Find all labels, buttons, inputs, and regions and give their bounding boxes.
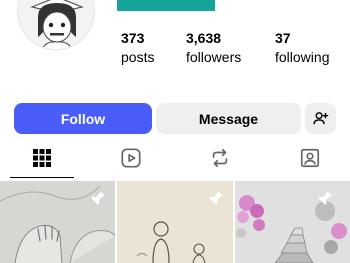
reposts-icon: [212, 148, 228, 168]
following-stat[interactable]: 37 following: [275, 30, 329, 66]
tab-tagged[interactable]: [280, 140, 340, 176]
avatar-illustration: [18, 0, 94, 49]
following-count[interactable]: 37: [275, 30, 329, 47]
followers-stat[interactable]: 3,638 followers: [186, 30, 241, 66]
follow-button[interactable]: Follow: [14, 103, 152, 134]
reels-icon: [121, 148, 141, 168]
pinned-icon: [318, 191, 332, 205]
profile-tabs: [0, 140, 350, 178]
posts-label: posts: [121, 49, 155, 65]
tab-posts-grid[interactable]: [12, 140, 72, 176]
posts-count: 373: [121, 30, 145, 46]
post-tile[interactable]: [0, 181, 115, 263]
followers-label[interactable]: followers: [186, 49, 241, 66]
posts-grid: [0, 181, 350, 263]
header-accent-bar: [117, 0, 215, 11]
follow-button-label: Follow: [60, 110, 106, 127]
posts-stat: 373 posts: [121, 30, 154, 66]
post-tile[interactable]: [117, 181, 233, 263]
grid-icon: [33, 149, 51, 167]
pinned-icon: [209, 191, 223, 205]
message-button[interactable]: Message: [156, 103, 301, 134]
tab-reels[interactable]: [101, 140, 161, 176]
followers-count[interactable]: 3,638: [186, 30, 241, 47]
post-tile[interactable]: [235, 181, 350, 263]
pinned-icon: [91, 191, 105, 205]
tagged-icon: [300, 148, 320, 168]
add-user-button[interactable]: [305, 103, 336, 134]
avatar[interactable]: [17, 0, 95, 50]
tab-reposts[interactable]: [190, 140, 250, 176]
message-button-label: Message: [198, 110, 259, 127]
add-user-icon: [313, 112, 329, 125]
following-label[interactable]: following: [275, 49, 329, 66]
selected-tab-indicator: [10, 177, 74, 178]
